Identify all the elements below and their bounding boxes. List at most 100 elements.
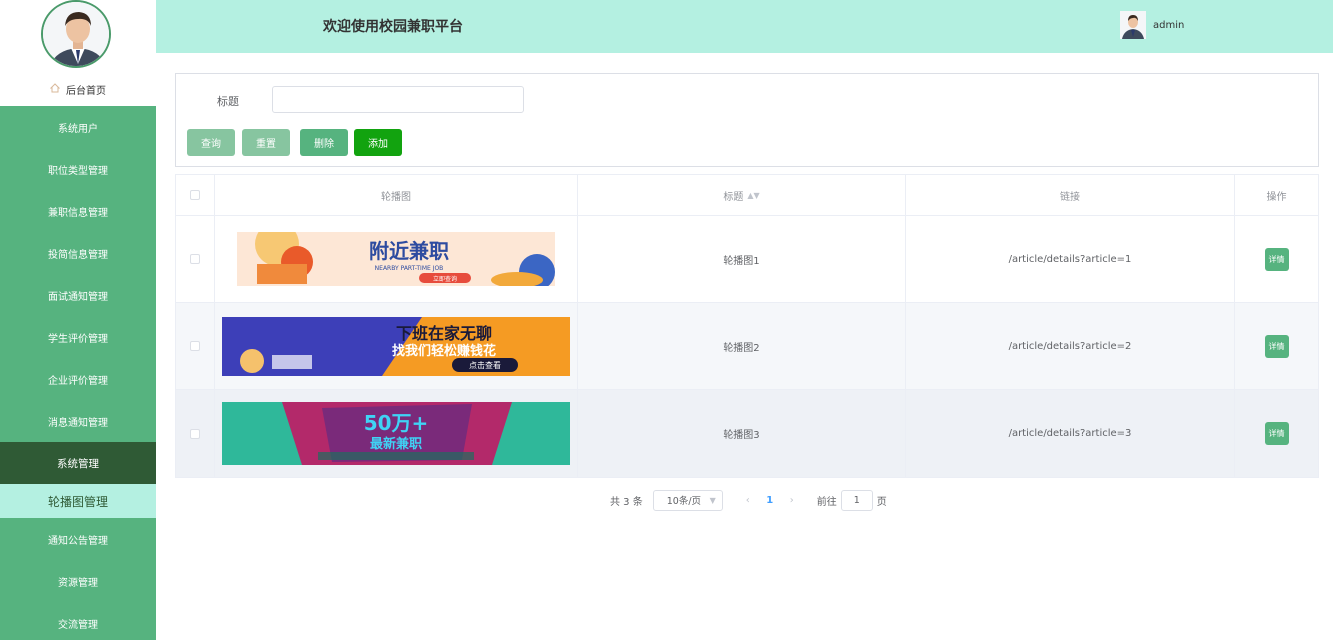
row-image-cell: 50万+ 最新兼职 bbox=[215, 390, 578, 477]
goto-page-input[interactable]: 1 bbox=[840, 489, 873, 511]
sidebar-item-label: 职位类型管理 bbox=[48, 165, 108, 177]
column-header-link: 链接 bbox=[1060, 191, 1080, 203]
select-all-checkbox[interactable] bbox=[190, 190, 200, 200]
username-label: admin bbox=[1153, 19, 1185, 31]
user-menu[interactable]: admin bbox=[1120, 11, 1184, 39]
sidebar-item-label: 系统用户 bbox=[58, 123, 98, 135]
avatar bbox=[41, 0, 111, 68]
row-link: /article/details?article=1 bbox=[1008, 253, 1132, 265]
sidebar-item-part-time-info[interactable]: 兼职信息管理 bbox=[0, 190, 156, 232]
detail-button[interactable]: 详情 bbox=[1264, 247, 1289, 271]
sidebar-item-label: 兼职信息管理 bbox=[48, 207, 108, 219]
header-checkbox-cell bbox=[176, 175, 215, 215]
detail-button[interactable]: 详情 bbox=[1264, 422, 1289, 445]
goto-suffix: 页 bbox=[876, 496, 887, 508]
row-title: 轮播图2 bbox=[723, 342, 760, 354]
header-image-cell: 轮播图 bbox=[215, 175, 578, 215]
header-avatar bbox=[1120, 11, 1146, 39]
sidebar-item-student-reviews[interactable]: 学生评价管理 bbox=[0, 316, 156, 358]
row-ops-cell: 详情 bbox=[1235, 303, 1318, 389]
row-checkbox-cell bbox=[176, 303, 215, 389]
sidebar-item-label: 消息通知管理 bbox=[48, 417, 108, 429]
next-page-icon[interactable]: › bbox=[781, 495, 803, 506]
sidebar-item-announcements[interactable]: 通知公告管理 bbox=[0, 518, 156, 560]
row-checkbox[interactable] bbox=[190, 254, 200, 264]
table-row: 附近兼职 NEARBY PART-TIME JOB 立即查询 轮播图1 /art… bbox=[176, 216, 1318, 303]
avatar-image bbox=[43, 2, 109, 66]
row-link: /article/details?article=3 bbox=[1008, 428, 1132, 439]
sidebar-item-company-reviews[interactable]: 企业评价管理 bbox=[0, 358, 156, 400]
sidebar-profile: 后台首页 bbox=[0, 0, 156, 106]
pagination: 共 3 条 10条/页 ▼ ‹ 1 › 前往 1 页 bbox=[610, 489, 887, 511]
row-title-cell: 轮播图1 bbox=[578, 216, 906, 302]
sidebar-item-job-types[interactable]: 职位类型管理 bbox=[0, 148, 156, 190]
table-header-row: 轮播图 标题 ▲▼ 链接 操作 bbox=[176, 175, 1318, 216]
row-checkbox[interactable] bbox=[190, 428, 200, 439]
banner-tag-text: 点击查看 bbox=[469, 360, 501, 370]
app-root: 后台首页 系统用户 职位类型管理 兼职信息管理 投简信息管理 面试通知管理 学生… bbox=[0, 0, 1333, 640]
banner-image-earn-money: 下班在家无聊 找我们轻松赚钱花 点击查看 bbox=[222, 316, 570, 376]
header-title-cell[interactable]: 标题 ▲▼ bbox=[578, 175, 906, 215]
pagination-total: 共 3 条 bbox=[610, 496, 643, 508]
banner-sub-text: 最新兼职 bbox=[370, 436, 422, 452]
chevron-down-icon: ▼ bbox=[709, 495, 716, 505]
sidebar-home-link[interactable]: 后台首页 bbox=[0, 80, 156, 98]
sidebar-item-label: 系统管理 bbox=[57, 457, 99, 470]
sidebar-item-interview-notices[interactable]: 面试通知管理 bbox=[0, 274, 156, 316]
prev-page-icon[interactable]: ‹ bbox=[737, 495, 759, 506]
query-button[interactable]: 查询 bbox=[187, 129, 235, 156]
banner-main-text: 50万+ bbox=[364, 411, 429, 435]
row-title: 轮播图3 bbox=[723, 430, 760, 441]
search-panel: 标题 查询 重置 删除 添加 bbox=[175, 73, 1319, 167]
page-number-current[interactable]: 1 bbox=[761, 495, 779, 506]
banner-main-text: 附近兼职 bbox=[369, 239, 449, 263]
sidebar-item-label: 投简信息管理 bbox=[48, 249, 108, 261]
row-link: /article/details?article=2 bbox=[1008, 340, 1132, 352]
row-image-cell: 附近兼职 NEARBY PART-TIME JOB 立即查询 bbox=[215, 216, 578, 302]
row-link-cell: /article/details?article=2 bbox=[906, 303, 1235, 389]
sidebar-item-resume-submissions[interactable]: 投简信息管理 bbox=[0, 232, 156, 274]
goto-page: 前往 1 页 bbox=[816, 489, 887, 511]
row-link-cell: /article/details?article=3 bbox=[906, 390, 1235, 477]
sidebar-item-label: 企业评价管理 bbox=[48, 375, 108, 387]
row-image-cell: 下班在家无聊 找我们轻松赚钱花 点击查看 bbox=[215, 303, 578, 389]
delete-button[interactable]: 删除 bbox=[300, 129, 348, 156]
sidebar-item-label: 轮播图管理 bbox=[47, 494, 108, 509]
reset-button[interactable]: 重置 bbox=[242, 129, 290, 156]
banner-sub-text: NEARBY PART-TIME JOB bbox=[375, 265, 444, 272]
top-header: 欢迎使用校园兼职平台 admin bbox=[156, 0, 1333, 53]
sidebar-item-system-management[interactable]: 系统管理 bbox=[0, 442, 156, 484]
banner-main-text: 下班在家无聊 bbox=[396, 324, 492, 343]
sidebar-item-label: 交流管理 bbox=[58, 619, 98, 631]
banner-image-nearby-jobs: 附近兼职 NEARBY PART-TIME JOB 立即查询 bbox=[237, 232, 555, 286]
sidebar-item-label: 学生评价管理 bbox=[48, 333, 108, 345]
row-checkbox[interactable] bbox=[190, 341, 200, 351]
row-link-cell: /article/details?article=1 bbox=[906, 216, 1235, 302]
banner-image-new-jobs: 50万+ 最新兼职 bbox=[222, 402, 570, 465]
sidebar: 后台首页 系统用户 职位类型管理 兼职信息管理 投简信息管理 面试通知管理 学生… bbox=[0, 0, 156, 640]
sidebar-item-label: 面试通知管理 bbox=[48, 291, 108, 303]
table-row: 下班在家无聊 找我们轻松赚钱花 点击查看 轮播图2 /article/detai… bbox=[176, 303, 1318, 390]
title-filter-input[interactable] bbox=[272, 86, 524, 113]
detail-button[interactable]: 详情 bbox=[1264, 334, 1289, 358]
sort-icon[interactable]: ▲▼ bbox=[747, 191, 759, 200]
sidebar-item-carousel-management[interactable]: 轮播图管理 bbox=[0, 484, 156, 518]
goto-prefix: 前往 bbox=[816, 496, 837, 508]
row-ops-cell: 详情 bbox=[1235, 390, 1318, 477]
table-row: 50万+ 最新兼职 轮播图3 /article/details?article=… bbox=[176, 390, 1318, 477]
sidebar-item-resources[interactable]: 资源管理 bbox=[0, 560, 156, 602]
page-size-value: 10条/页 bbox=[666, 496, 702, 507]
add-button[interactable]: 添加 bbox=[354, 129, 402, 156]
sidebar-item-system-users[interactable]: 系统用户 bbox=[0, 106, 156, 148]
row-checkbox-cell bbox=[176, 216, 215, 302]
column-header-title: 标题 bbox=[723, 191, 744, 203]
row-title-cell: 轮播图2 bbox=[578, 303, 906, 389]
page-size-select[interactable]: 10条/页 ▼ bbox=[652, 489, 723, 511]
header-ops-cell: 操作 bbox=[1235, 175, 1318, 215]
sidebar-item-label: 通知公告管理 bbox=[48, 535, 108, 547]
sidebar-item-communication[interactable]: 交流管理 bbox=[0, 602, 156, 640]
header-link-cell: 链接 bbox=[906, 175, 1235, 215]
row-title-cell: 轮播图3 bbox=[578, 390, 906, 477]
sidebar-item-message-notices[interactable]: 消息通知管理 bbox=[0, 400, 156, 442]
banner-tag-text: 立即查询 bbox=[433, 275, 457, 283]
